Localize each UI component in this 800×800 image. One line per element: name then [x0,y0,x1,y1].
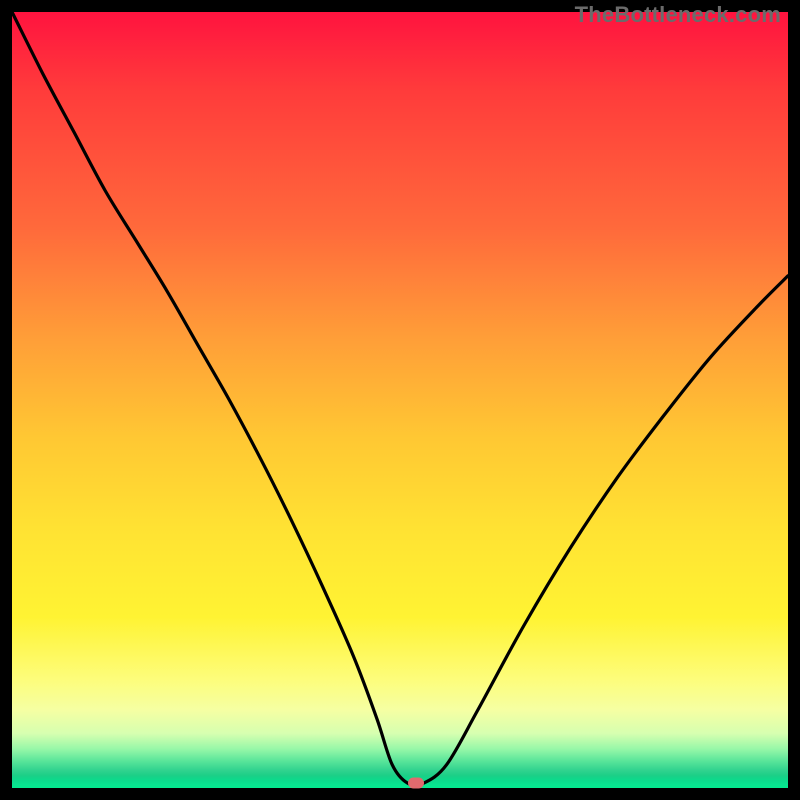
chart-frame: TheBottleneck.com [12,12,788,788]
watermark-text: TheBottleneck.com [575,2,781,28]
bottleneck-curve [12,12,788,788]
optimal-point-marker [408,778,424,789]
